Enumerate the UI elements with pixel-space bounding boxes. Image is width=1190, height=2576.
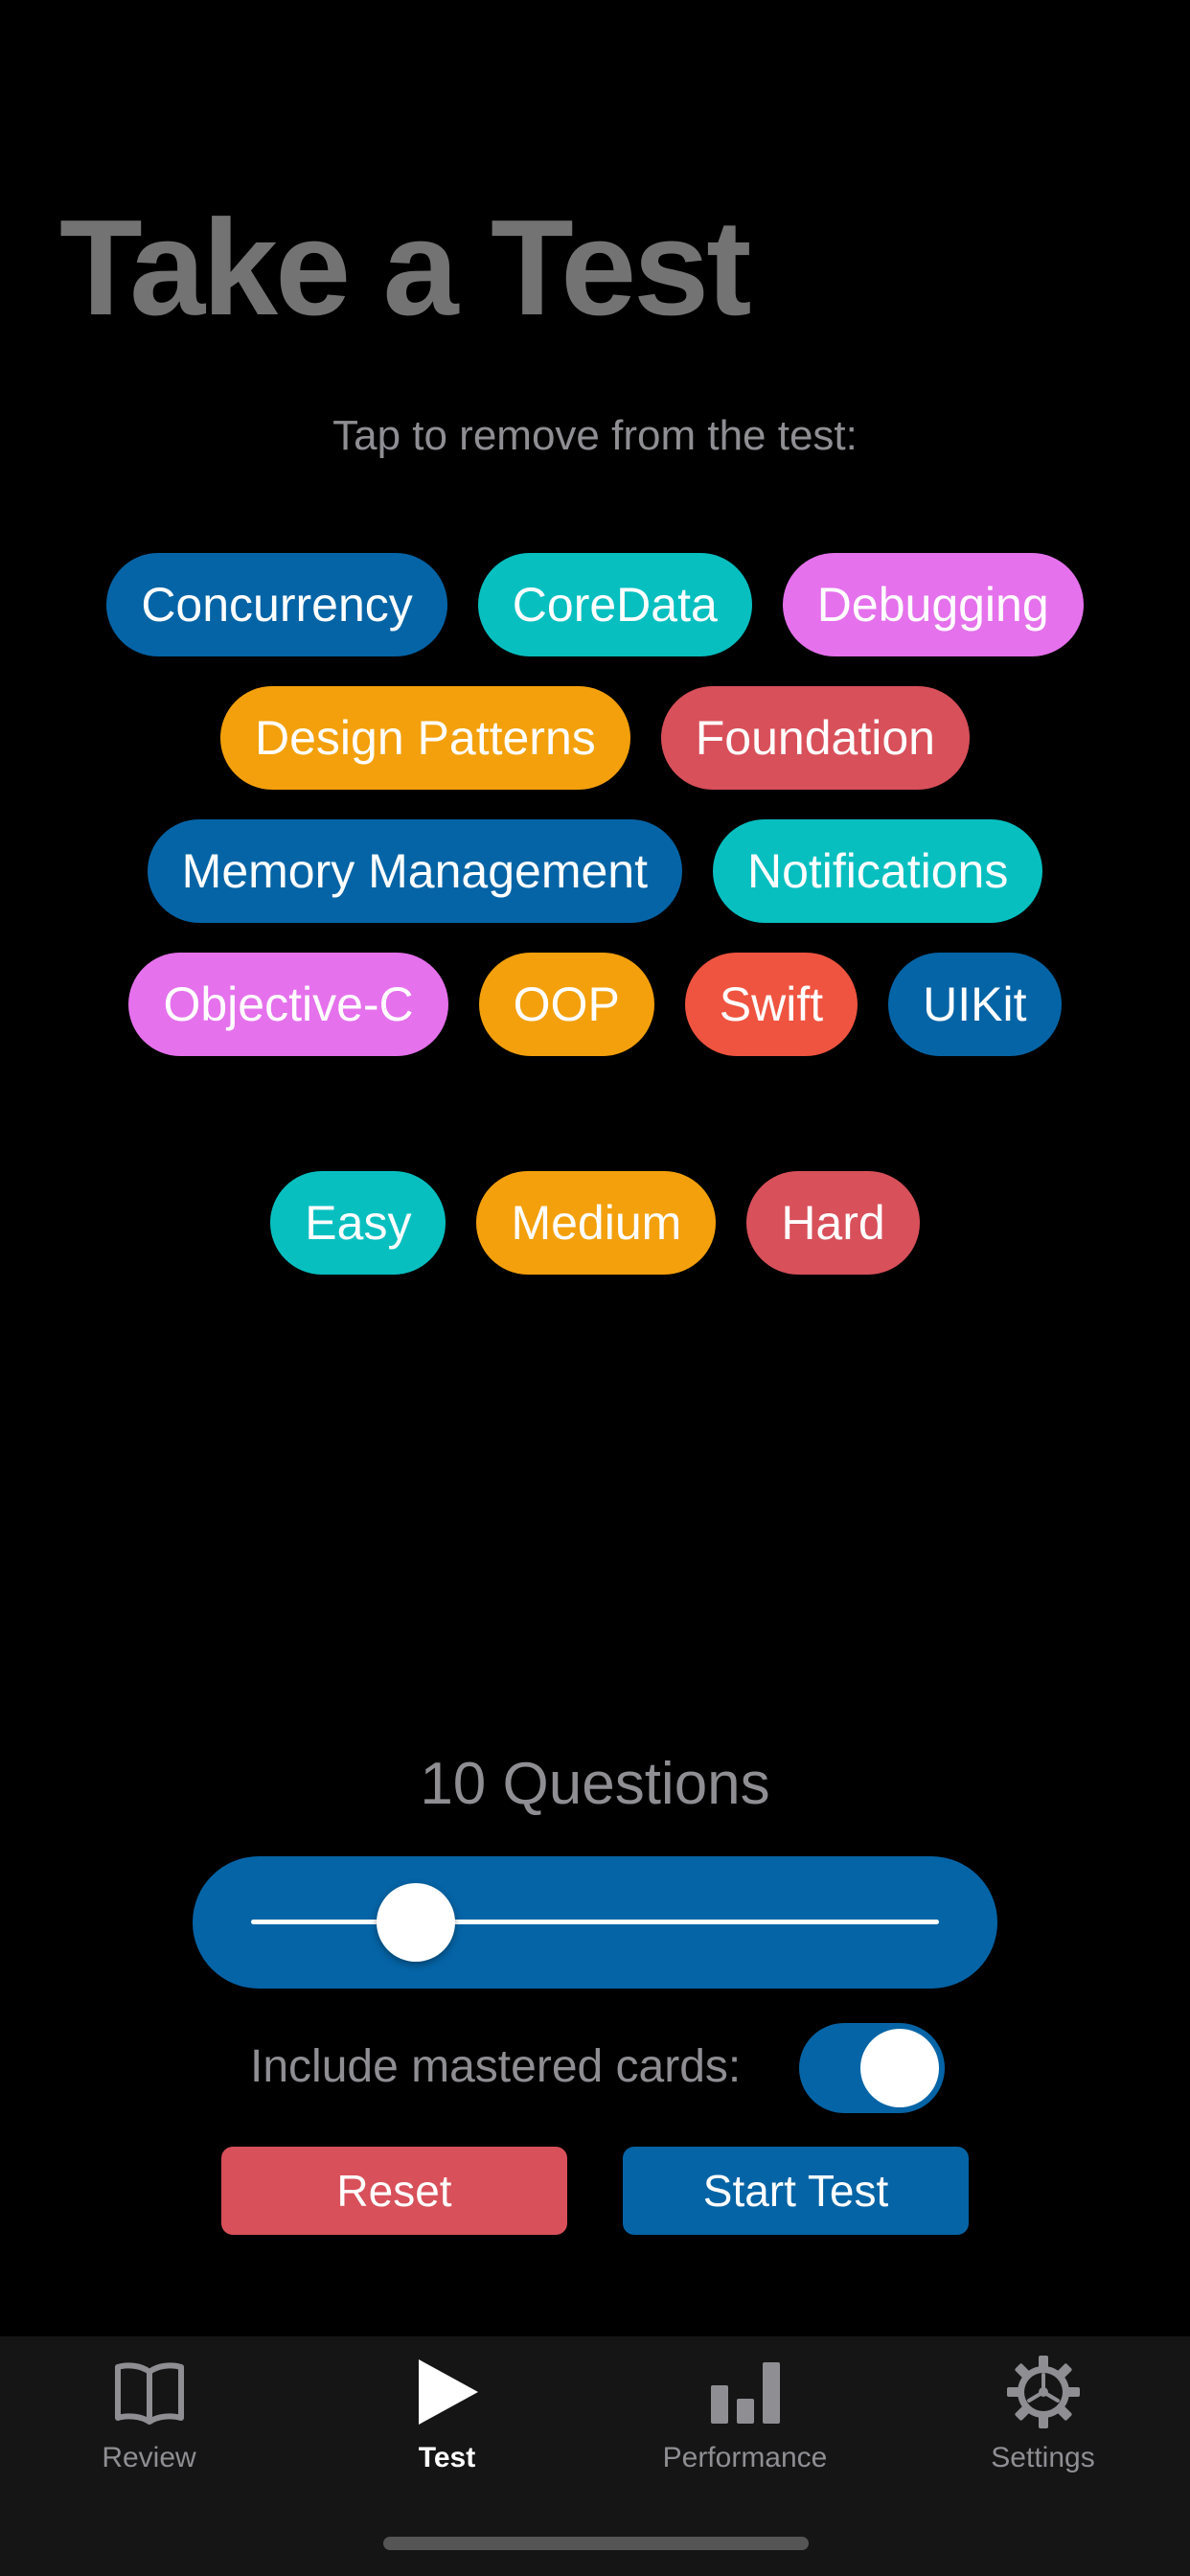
include-mastered-label: Include mastered cards: xyxy=(250,2041,742,2092)
category-chip-swift[interactable]: Swift xyxy=(684,953,858,1056)
tab-test[interactable]: Test xyxy=(298,2336,596,2490)
question-count-label: 10 Questions xyxy=(420,1751,770,1817)
category-chip-debugging[interactable]: Debugging xyxy=(782,553,1084,656)
toggle-knob xyxy=(860,2029,939,2107)
category-row-2: Design Patterns Foundation xyxy=(0,686,1190,790)
category-chip-oop[interactable]: OOP xyxy=(478,953,654,1056)
reset-button[interactable]: Reset xyxy=(221,2147,567,2235)
bar-chart-icon xyxy=(596,2354,894,2430)
category-chip-uikit[interactable]: UIKit xyxy=(888,953,1062,1056)
slider-thumb[interactable] xyxy=(377,1883,456,1962)
category-row-1: Concurrency CoreData Debugging xyxy=(0,553,1190,656)
book-icon xyxy=(0,2354,298,2430)
slider-track xyxy=(251,1920,939,1924)
tab-test-label: Test xyxy=(418,2442,476,2473)
category-row-3: Memory Management Notifications xyxy=(0,819,1190,923)
question-count-slider[interactable] xyxy=(193,1856,997,1989)
tab-review[interactable]: Review xyxy=(0,2336,298,2490)
tab-settings[interactable]: Settings xyxy=(894,2336,1190,2490)
home-indicator xyxy=(383,2537,809,2550)
difficulty-chip-easy[interactable]: Easy xyxy=(270,1171,446,1275)
tab-review-label: Review xyxy=(102,2442,196,2473)
category-chip-foundation[interactable]: Foundation xyxy=(660,686,970,790)
category-chip-notifications[interactable]: Notifications xyxy=(712,819,1043,923)
difficulty-chip-hard[interactable]: Hard xyxy=(746,1171,920,1275)
category-chip-design-patterns[interactable]: Design Patterns xyxy=(220,686,630,790)
include-mastered-toggle[interactable] xyxy=(799,2023,945,2113)
start-test-button[interactable]: Start Test xyxy=(623,2147,969,2235)
category-chip-coredata[interactable]: CoreData xyxy=(477,553,752,656)
gear-icon xyxy=(894,2354,1190,2430)
play-icon xyxy=(298,2354,596,2430)
instruction-text: Tap to remove from the test: xyxy=(332,412,858,459)
category-row-4: Objective-C OOP Swift UIKit xyxy=(0,953,1190,1056)
difficulty-chip-medium[interactable]: Medium xyxy=(476,1171,717,1275)
tab-settings-label: Settings xyxy=(991,2442,1095,2473)
category-chip-concurrency[interactable]: Concurrency xyxy=(106,553,447,656)
tab-performance[interactable]: Performance xyxy=(596,2336,894,2490)
difficulty-row: Easy Medium Hard xyxy=(0,1171,1190,1275)
tab-performance-label: Performance xyxy=(662,2442,828,2473)
category-chip-objective-c[interactable]: Objective-C xyxy=(128,953,448,1056)
category-chip-memory-management[interactable]: Memory Management xyxy=(147,819,682,923)
page-title: Take a Test xyxy=(59,192,751,344)
